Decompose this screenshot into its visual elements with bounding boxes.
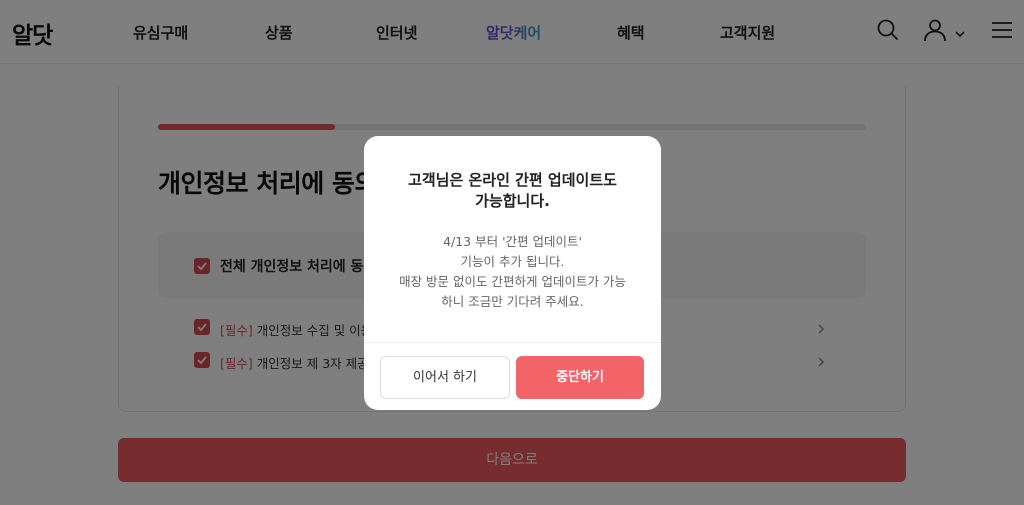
modal-message-line: 기능이 추가 됩니다. (460, 254, 565, 269)
stop-button[interactable]: 중단하기 (516, 356, 644, 399)
notice-modal: 고객님은 온라인 간편 업데이트도 가능합니다. 4/13 부터 '간편 업데이… (364, 136, 661, 410)
modal-message: 4/13 부터 '간편 업데이트' 기능이 추가 됩니다. 매장 방문 없이도 … (364, 232, 661, 312)
continue-button[interactable]: 이어서 하기 (380, 356, 510, 399)
modal-message-line: 4/13 부터 '간편 업데이트' (443, 234, 582, 249)
modal-title-line: 가능합니다. (475, 192, 550, 210)
modal-message-line: 하니 조금만 기다려 주세요. (441, 294, 584, 309)
modal-message-line: 매장 방문 없이도 간편하게 업데이트가 가능 (399, 274, 626, 289)
modal-title-line: 고객님은 온라인 간편 업데이트도 (408, 171, 617, 189)
modal-title: 고객님은 온라인 간편 업데이트도 가능합니다. (364, 170, 661, 212)
modal-divider (364, 342, 661, 343)
